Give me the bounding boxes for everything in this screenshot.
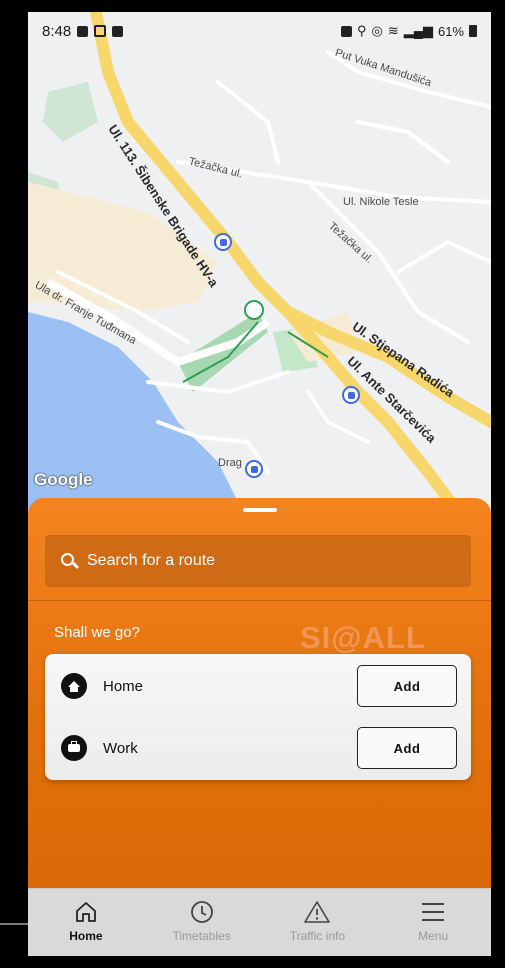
hotspot-icon: ◎ (371, 23, 383, 38)
device-frame: Ul. 113. Šibenske Brigade HV-a Težačka u… (0, 0, 505, 968)
saved-places-card: Home Add Work Add (45, 654, 471, 780)
saved-place-label: Work (103, 739, 138, 757)
nav-item-home[interactable]: Home (36, 889, 136, 943)
frame-edge-line (0, 923, 28, 925)
saved-place-work[interactable]: Work Add (45, 718, 471, 778)
bus-stop-marker[interactable] (245, 460, 263, 478)
sheet-drag-handle[interactable] (243, 508, 277, 512)
google-logo: Google (34, 470, 93, 489)
home-icon (74, 897, 98, 927)
nav-item-traffic-info[interactable]: Traffic info (267, 889, 367, 943)
saved-place-home[interactable]: Home Add (45, 656, 471, 716)
nav-label: Menu (418, 929, 449, 943)
brand-watermark: SI@ALL (300, 620, 426, 655)
nav-label: Timetables (172, 929, 231, 943)
map-view[interactable]: Ul. 113. Šibenske Brigade HV-a Težačka u… (28, 12, 491, 512)
add-work-button[interactable]: Add (357, 727, 457, 769)
home-icon (61, 673, 87, 699)
nav-item-menu[interactable]: Menu (383, 889, 483, 943)
warning-icon (303, 897, 331, 927)
bottom-sheet: Search for a route Shall we go? SI@ALL H… (28, 498, 491, 894)
notification-icon (94, 25, 107, 37)
map-street-label: Drag (218, 457, 242, 469)
nav-item-timetables[interactable]: Timetables (152, 889, 252, 943)
bus-stop-marker[interactable] (342, 386, 360, 404)
phone-screen: Ul. 113. Šibenske Brigade HV-a Težačka u… (28, 12, 491, 956)
divider (28, 600, 491, 601)
battery-icon (469, 25, 477, 37)
map-street-label: Ul. Nikole Tesle (343, 196, 419, 208)
saved-place-label: Home (103, 677, 144, 695)
status-time: 8:48 (42, 22, 72, 40)
alarm-icon (340, 25, 352, 37)
search-placeholder: Search for a route (87, 552, 216, 569)
bus-stop-marker[interactable] (214, 233, 232, 251)
search-icon (61, 553, 77, 569)
briefcase-icon (61, 735, 87, 761)
menu-icon (420, 897, 446, 927)
notification-icon (112, 25, 124, 37)
nav-label: Home (69, 929, 103, 943)
clock-icon (189, 897, 215, 927)
wifi-icon: ≋ (387, 23, 399, 38)
location-icon: ⚲ (356, 23, 367, 38)
notification-icon (77, 25, 89, 37)
bottom-navigation: Home Timetables Traffic info Menu (28, 888, 491, 956)
battery-percentage: 61% (437, 23, 464, 39)
add-home-button[interactable]: Add (357, 665, 457, 707)
signal-icon: ▂▄▆ (403, 23, 433, 38)
nav-label: Traffic info (289, 929, 346, 943)
search-route-input[interactable]: Search for a route (45, 535, 471, 587)
status-bar: 8:48 ⚲ ◎ ≋ ▂▄▆ 61% (28, 12, 491, 50)
section-title: Shall we go? (54, 624, 140, 641)
